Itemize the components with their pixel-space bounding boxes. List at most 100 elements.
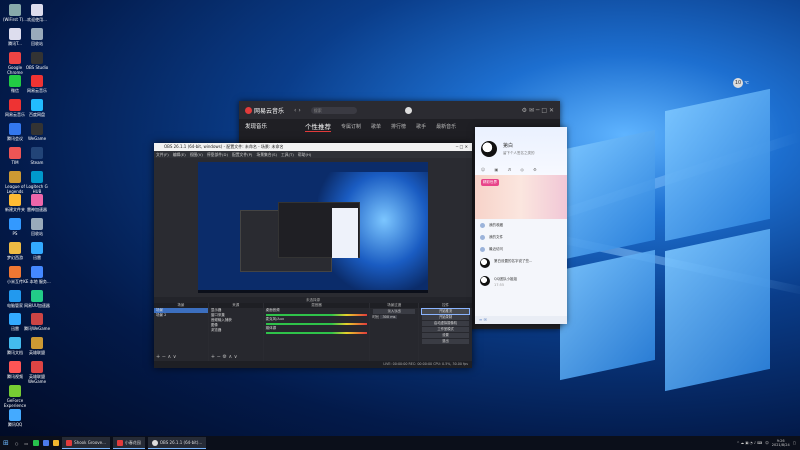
obs-window[interactable]: OBS 26.1.1 (64-bit, windows) - 配置文件: 未命名… bbox=[154, 143, 472, 368]
qq-chat-item[interactable]: 第白设置的名字说了些... bbox=[475, 255, 567, 273]
desktop-icon[interactable]: KE 本地 服务... bbox=[22, 265, 52, 284]
pinned-app-icon[interactable] bbox=[33, 440, 40, 446]
volume-meter[interactable] bbox=[265, 323, 368, 325]
qq-toolbar-icons[interactable]: ☺ ▣ ♬ ◎ ⚙ bbox=[481, 167, 541, 172]
desktop-icon[interactable]: Logitech G HUB bbox=[22, 170, 52, 194]
desktop-icon[interactable]: 英雄联盟WeGame bbox=[22, 361, 52, 384]
app-icon bbox=[9, 337, 21, 350]
exit-button[interactable]: 退出 bbox=[422, 339, 469, 344]
desktop-icon[interactable]: 欢迎使用... bbox=[22, 4, 52, 22]
desktop-icon[interactable]: GeForce Experience bbox=[0, 384, 30, 408]
transition-select[interactable]: 淡入淡出 bbox=[373, 309, 416, 314]
taskbar-item-obs[interactable]: OBS 26.1.1 (64-bit)... bbox=[147, 437, 207, 449]
app-icon bbox=[31, 361, 43, 373]
app-icon bbox=[31, 51, 43, 64]
source-toolbar[interactable]: + − ⚙ ∧ ∨ bbox=[211, 354, 238, 360]
music-search-input[interactable]: 搜索 bbox=[310, 106, 357, 114]
menu-docks[interactable]: 停靠部件(D) bbox=[207, 151, 228, 158]
task-view-icon[interactable]: ▭ bbox=[21, 436, 31, 450]
tray-icons[interactable]: ^ ☁ ▣ ◔ ♪ ⌨ bbox=[737, 441, 763, 445]
transitions-header: 场景过渡 bbox=[370, 303, 419, 308]
scene-toolbar[interactable]: + − ∧ ∨ bbox=[156, 354, 176, 360]
desktop-icon[interactable]: OBS Studio bbox=[22, 51, 52, 70]
desktop-icon[interactable]: 英雄联盟 bbox=[22, 337, 52, 355]
obs-preview[interactable] bbox=[198, 162, 428, 293]
menu-scene-collection[interactable]: 场景集合(S) bbox=[256, 151, 277, 158]
app-icon bbox=[31, 4, 43, 16]
app-icon bbox=[31, 265, 43, 278]
desktop-icon[interactable]: 腾讯QQ bbox=[0, 408, 30, 427]
pinned-app-icon[interactable] bbox=[43, 440, 50, 446]
duration-input[interactable]: 300 ms bbox=[380, 315, 398, 319]
qq-list-item[interactable]: 最近访问 bbox=[475, 243, 567, 255]
avatar[interactable] bbox=[481, 141, 497, 157]
desktop-icon[interactable]: WeGame bbox=[22, 123, 52, 141]
qq-chat-text: QQ团队小姐姐 bbox=[494, 277, 518, 281]
search-icon[interactable]: ○ bbox=[12, 436, 22, 450]
desktop-icon[interactable]: 百度网盘 bbox=[22, 99, 52, 117]
app-icon bbox=[9, 289, 21, 302]
tab-playlist[interactable]: 歌单 bbox=[371, 123, 381, 130]
app-icon bbox=[31, 123, 43, 135]
start-recording-button[interactable]: 开始录制 bbox=[422, 315, 469, 320]
music-app-icon bbox=[66, 439, 73, 446]
menu-profile[interactable]: 配置文件(P) bbox=[232, 151, 252, 158]
tab-custom[interactable]: 专属订制 bbox=[341, 123, 361, 130]
start-button[interactable]: ⊞ bbox=[0, 436, 12, 450]
qq-panel[interactable]: 第白 留下个人签名之类的 ☺ ▣ ♬ ◎ ⚙ 精彩世界 我的收藏 我的文件 最近… bbox=[475, 127, 567, 324]
desktop-icon[interactable]: 腾讯WeGame bbox=[22, 313, 52, 331]
tab-new-music[interactable]: 最新音乐 bbox=[436, 123, 456, 130]
app-icon bbox=[31, 313, 43, 326]
app-icon bbox=[31, 170, 43, 183]
desktop-icon[interactable]: 回收站 bbox=[22, 218, 52, 236]
avatar[interactable] bbox=[404, 106, 412, 114]
input-language[interactable]: 中 bbox=[765, 441, 769, 446]
volume-meter[interactable] bbox=[265, 314, 368, 316]
weather-icon: 10 bbox=[733, 78, 743, 88]
app-icon bbox=[9, 99, 21, 112]
desktop-icon[interactable]: 网易UU加速器 bbox=[22, 289, 52, 308]
tab-charts[interactable]: 排行榜 bbox=[391, 123, 406, 130]
tab-artists[interactable]: 歌手 bbox=[416, 123, 426, 130]
qq-list-item[interactable]: 我的收藏 bbox=[475, 219, 567, 231]
weather-widget[interactable]: 10 ℃ bbox=[733, 78, 771, 96]
menu-help[interactable]: 帮助(H) bbox=[298, 151, 311, 158]
app-icon bbox=[9, 75, 21, 88]
menu-view[interactable]: 视图(V) bbox=[190, 151, 203, 158]
window-controls[interactable]: ─ □ ✕ bbox=[456, 143, 468, 151]
desktop-icon[interactable]: 网易云音乐 bbox=[22, 75, 52, 93]
desktop-icon[interactable]: Steam bbox=[22, 146, 52, 165]
duration-label: 时长 bbox=[372, 315, 380, 319]
menu-file[interactable]: 文件(F) bbox=[156, 151, 169, 158]
volume-meter[interactable] bbox=[265, 332, 368, 334]
virtual-camera-button[interactable]: 启动虚拟摄像机 bbox=[422, 321, 469, 326]
studio-mode-button[interactable]: 工作室模式 bbox=[422, 327, 469, 332]
controls-header: 控件 bbox=[419, 303, 472, 308]
back-icon[interactable]: ‹ › bbox=[294, 107, 301, 114]
taskbar-item-garden[interactable]: 小春花园 bbox=[112, 437, 145, 449]
app-icon bbox=[9, 384, 21, 397]
notification-icon[interactable]: ▢ bbox=[793, 441, 796, 445]
app-icon bbox=[9, 265, 21, 278]
scene-item[interactable]: 场景 2 bbox=[154, 313, 208, 318]
obs-statusbar: LIVE: 00:00:00 REC: 00:00:00 CPU: 0.5%, … bbox=[154, 361, 472, 368]
qq-list-item[interactable]: 我的文件 bbox=[475, 231, 567, 243]
tab-recommend[interactable]: 个性推荐 bbox=[305, 121, 332, 132]
qq-signature[interactable]: 留下个人签名之类的 bbox=[503, 151, 535, 156]
taskbar-item-music[interactable]: Shook Groove... bbox=[62, 437, 110, 449]
desktop-icon[interactable]: 回收站 bbox=[22, 27, 52, 46]
menu-tools[interactable]: 工具(T) bbox=[281, 151, 294, 158]
pinned-app-icon[interactable] bbox=[53, 440, 60, 446]
clock[interactable]: 9:26 2021/8/24 bbox=[772, 439, 790, 447]
start-streaming-button[interactable]: 开始推流 bbox=[421, 308, 470, 315]
qq-chat-item[interactable]: QQ团队小姐姐 17:55 bbox=[475, 273, 567, 291]
qq-bottom-bar[interactable]: ≡ ✉ bbox=[475, 316, 567, 324]
desktop-icon[interactable]: 雷神加速器 bbox=[22, 194, 52, 212]
settings-icon[interactable]: ⚙ ✉ ─ □ ✕ bbox=[522, 107, 554, 114]
source-item[interactable]: 浏览器 bbox=[209, 328, 263, 333]
taskbar-label: OBS 26.1.1 (64-bit)... bbox=[159, 440, 203, 445]
desktop-icon[interactable]: 迅雷 bbox=[22, 242, 52, 260]
qq-banner[interactable]: 精彩世界 bbox=[475, 175, 567, 219]
menu-edit[interactable]: 编辑(E) bbox=[173, 151, 186, 158]
settings-button[interactable]: 设置 bbox=[422, 333, 469, 338]
